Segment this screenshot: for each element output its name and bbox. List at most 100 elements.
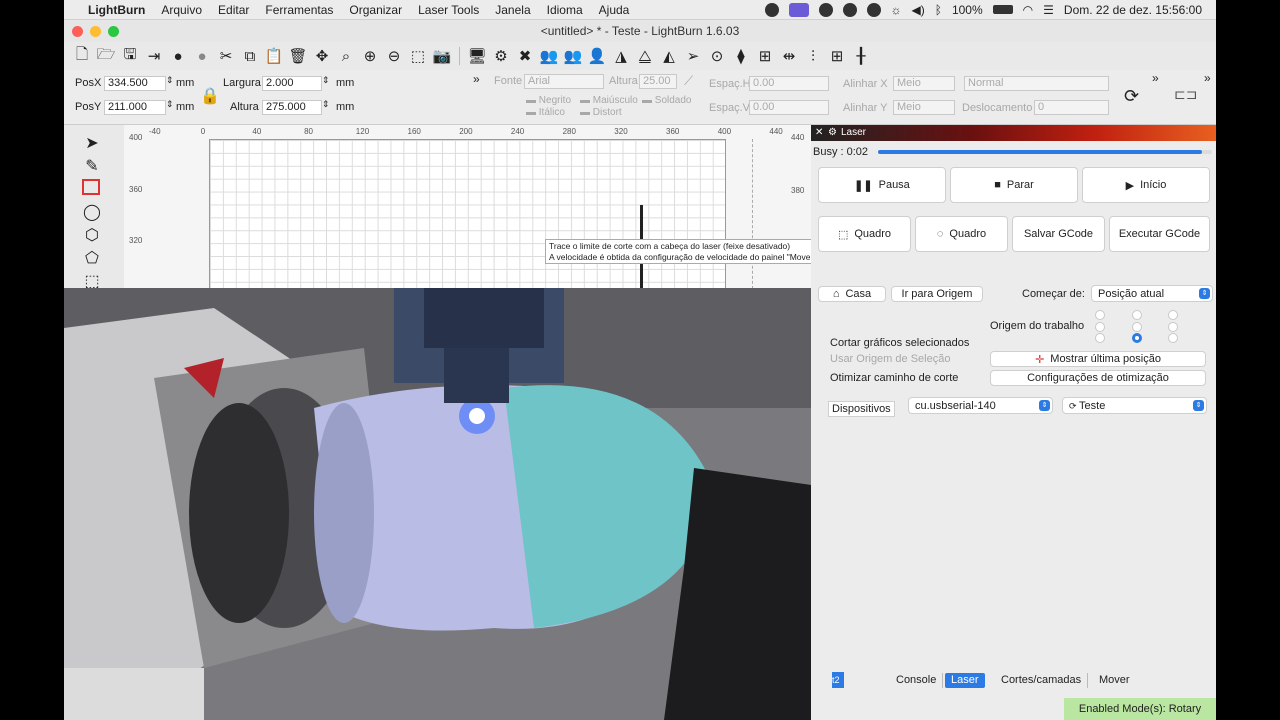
float-panel-icon[interactable]: ⚙ — [828, 125, 837, 141]
origin-radio-bl[interactable] — [1095, 333, 1105, 343]
rectangle-tool-icon[interactable] — [82, 179, 100, 195]
delete-icon[interactable]: 🗑 — [288, 46, 308, 66]
frame-circle-button[interactable]: ◌ Quadro — [915, 216, 1008, 252]
italic-checkbox[interactable]: ▬ Itálico — [526, 107, 565, 118]
goto-origin-button[interactable]: Ir para Origem — [891, 286, 983, 302]
status-app-icon[interactable] — [842, 2, 857, 17]
battery-icon[interactable] — [992, 5, 1013, 14]
pause-button[interactable]: ❚❚ Pausa — [818, 167, 946, 203]
open-folder-icon[interactable]: 🗁 — [96, 46, 116, 66]
origin-radio-mr[interactable] — [1168, 322, 1178, 332]
use-selection-origin-checkbox[interactable]: Usar Origem de Seleção — [830, 353, 950, 365]
align-icon[interactable]: ⊞ — [755, 46, 775, 66]
user-icon[interactable]: 👤 — [587, 46, 607, 66]
aligny-select[interactable]: Meio — [893, 100, 955, 115]
width-input[interactable]: 2.000 — [262, 76, 322, 91]
stop-button[interactable]: ■ Parar — [950, 167, 1078, 203]
origin-radio-ml[interactable] — [1095, 322, 1105, 332]
mirror-icon[interactable]: ⧋ — [635, 46, 655, 66]
screen-record-icon[interactable] — [788, 2, 809, 17]
expand-icon[interactable]: » — [1204, 71, 1211, 85]
settings-icon[interactable]: ⚙ — [491, 46, 511, 66]
rotary-icon[interactable]: ⟳ — [1124, 86, 1139, 107]
menu-ajuda[interactable]: Ajuda — [591, 3, 638, 17]
origin-radio-tc[interactable] — [1132, 310, 1142, 320]
menu-editar[interactable]: Editar — [210, 3, 257, 17]
cut-selected-checkbox[interactable]: Cortar gráficos selecionados — [830, 337, 969, 349]
posx-input[interactable]: 334.500 — [104, 76, 166, 91]
normal-select[interactable]: Normal — [964, 76, 1109, 91]
flip-h-icon[interactable]: ◮ — [611, 46, 631, 66]
zoom-selection-icon[interactable]: ⬚ — [408, 46, 428, 66]
monitor-icon[interactable]: 🖥 — [467, 46, 487, 66]
tab-console[interactable]: Console — [890, 673, 944, 688]
menu-ferramentas[interactable]: Ferramentas — [257, 3, 341, 17]
menu-organizar[interactable]: Organizar — [341, 3, 410, 17]
menu-arquivo[interactable]: Arquivo — [153, 3, 210, 17]
origin-radio-tl[interactable] — [1095, 310, 1105, 320]
status-app-icon[interactable] — [764, 2, 779, 17]
brightness-icon[interactable]: ☼ — [891, 3, 902, 17]
tools-icon[interactable]: ✖ — [515, 46, 535, 66]
export-icon[interactable]: ⇥ — [144, 46, 164, 66]
wifi-icon[interactable]: ◠ — [1023, 3, 1033, 17]
align-tool-icon[interactable]: ⊏⊐ — [1174, 86, 1197, 103]
minimize-window-button[interactable] — [90, 26, 101, 37]
width-stepper[interactable]: ⇕ — [322, 75, 330, 86]
menu-idioma[interactable]: Idioma — [539, 3, 591, 17]
devices-button[interactable]: Dispositivos — [828, 401, 895, 417]
menu-laser-tools[interactable]: Laser Tools — [410, 3, 487, 17]
polygon-tool-icon[interactable]: ⬡ — [82, 225, 102, 245]
device-profile-select[interactable]: ⟳ Teste ⇕ — [1062, 397, 1207, 414]
alignx-select[interactable]: Meio — [893, 76, 955, 91]
control-center-icon[interactable]: ☰ — [1043, 3, 1054, 17]
run-gcode-button[interactable]: Executar GCode — [1109, 216, 1210, 252]
expand-icon[interactable]: » — [1152, 71, 1159, 85]
expand-icon[interactable]: » — [473, 72, 480, 86]
select-tool-icon[interactable]: ➤ — [82, 133, 102, 153]
save-gcode-button[interactable]: Salvar GCode — [1012, 216, 1105, 252]
device-port-select[interactable]: cu.usbserial-140 ⇕ — [908, 397, 1053, 414]
paste-icon[interactable]: 📋 — [264, 46, 284, 66]
zoom-in-icon[interactable]: ⊕ — [360, 46, 380, 66]
tab-move[interactable]: Mover — [1093, 673, 1136, 688]
ellipse-tool-icon[interactable]: ◯ — [82, 202, 102, 222]
copy-icon[interactable]: ⧉ — [240, 46, 260, 66]
group-icon[interactable]: 👥 — [539, 46, 559, 66]
grid-array-icon[interactable]: ⊞ — [827, 46, 847, 66]
height-stepper[interactable]: ⇕ — [322, 99, 330, 110]
ungroup-icon[interactable]: 👥 — [563, 46, 583, 66]
redo-icon[interactable]: ● — [192, 46, 212, 66]
distort-checkbox[interactable]: ▬ Distort — [580, 107, 622, 118]
close-window-button[interactable] — [72, 26, 83, 37]
distribute-icon[interactable]: ⇹ — [779, 46, 799, 66]
clock[interactable]: Dom. 22 de dez. 15:56:00 — [1064, 3, 1202, 17]
show-last-position-button[interactable]: ✛ Mostrar última posição — [990, 351, 1206, 367]
zoom-fit-icon[interactable]: ⌕ — [336, 46, 356, 66]
undo-icon[interactable]: ● — [168, 46, 188, 66]
volume-icon[interactable]: ◀) — [912, 3, 925, 17]
posy-input[interactable]: 211.000 — [104, 100, 166, 115]
optimize-checkbox[interactable]: Otimizar caminho de corte — [830, 372, 958, 384]
upper-checkbox[interactable]: ▬ Maiúsculo — [580, 95, 638, 106]
arrow-icon[interactable]: ➢ — [683, 46, 703, 66]
posx-stepper[interactable]: ⇕ — [166, 75, 174, 86]
flip-v-icon[interactable]: ◭ — [659, 46, 679, 66]
origin-radio-mc[interactable] — [1132, 322, 1142, 332]
distribute-icon[interactable]: ⫶ — [803, 46, 823, 66]
start-button[interactable]: ▶ Início — [1082, 167, 1210, 203]
menu-app[interactable]: LightBurn — [80, 3, 153, 17]
bed-grid[interactable] — [209, 139, 726, 290]
zoom-window-button[interactable] — [108, 26, 119, 37]
lock-icon[interactable]: 🔒 — [200, 86, 220, 106]
zoom-out-icon[interactable]: ⊖ — [384, 46, 404, 66]
frame-rect-button[interactable]: ⬚ Quadro — [818, 216, 911, 252]
start-from-select[interactable]: Posição atual ⇕ — [1091, 285, 1213, 302]
optimization-settings-button[interactable]: Configurações de otimização — [990, 370, 1206, 386]
text-height-input[interactable]: 25.00 — [639, 74, 677, 89]
center-icon[interactable]: ⊙ — [707, 46, 727, 66]
hspace-input[interactable]: 0.00 — [749, 76, 829, 91]
status-app-icon[interactable] — [866, 2, 881, 17]
edit-nodes-icon[interactable]: ⬠ — [82, 248, 102, 268]
status-app-icon[interactable] — [818, 2, 833, 17]
